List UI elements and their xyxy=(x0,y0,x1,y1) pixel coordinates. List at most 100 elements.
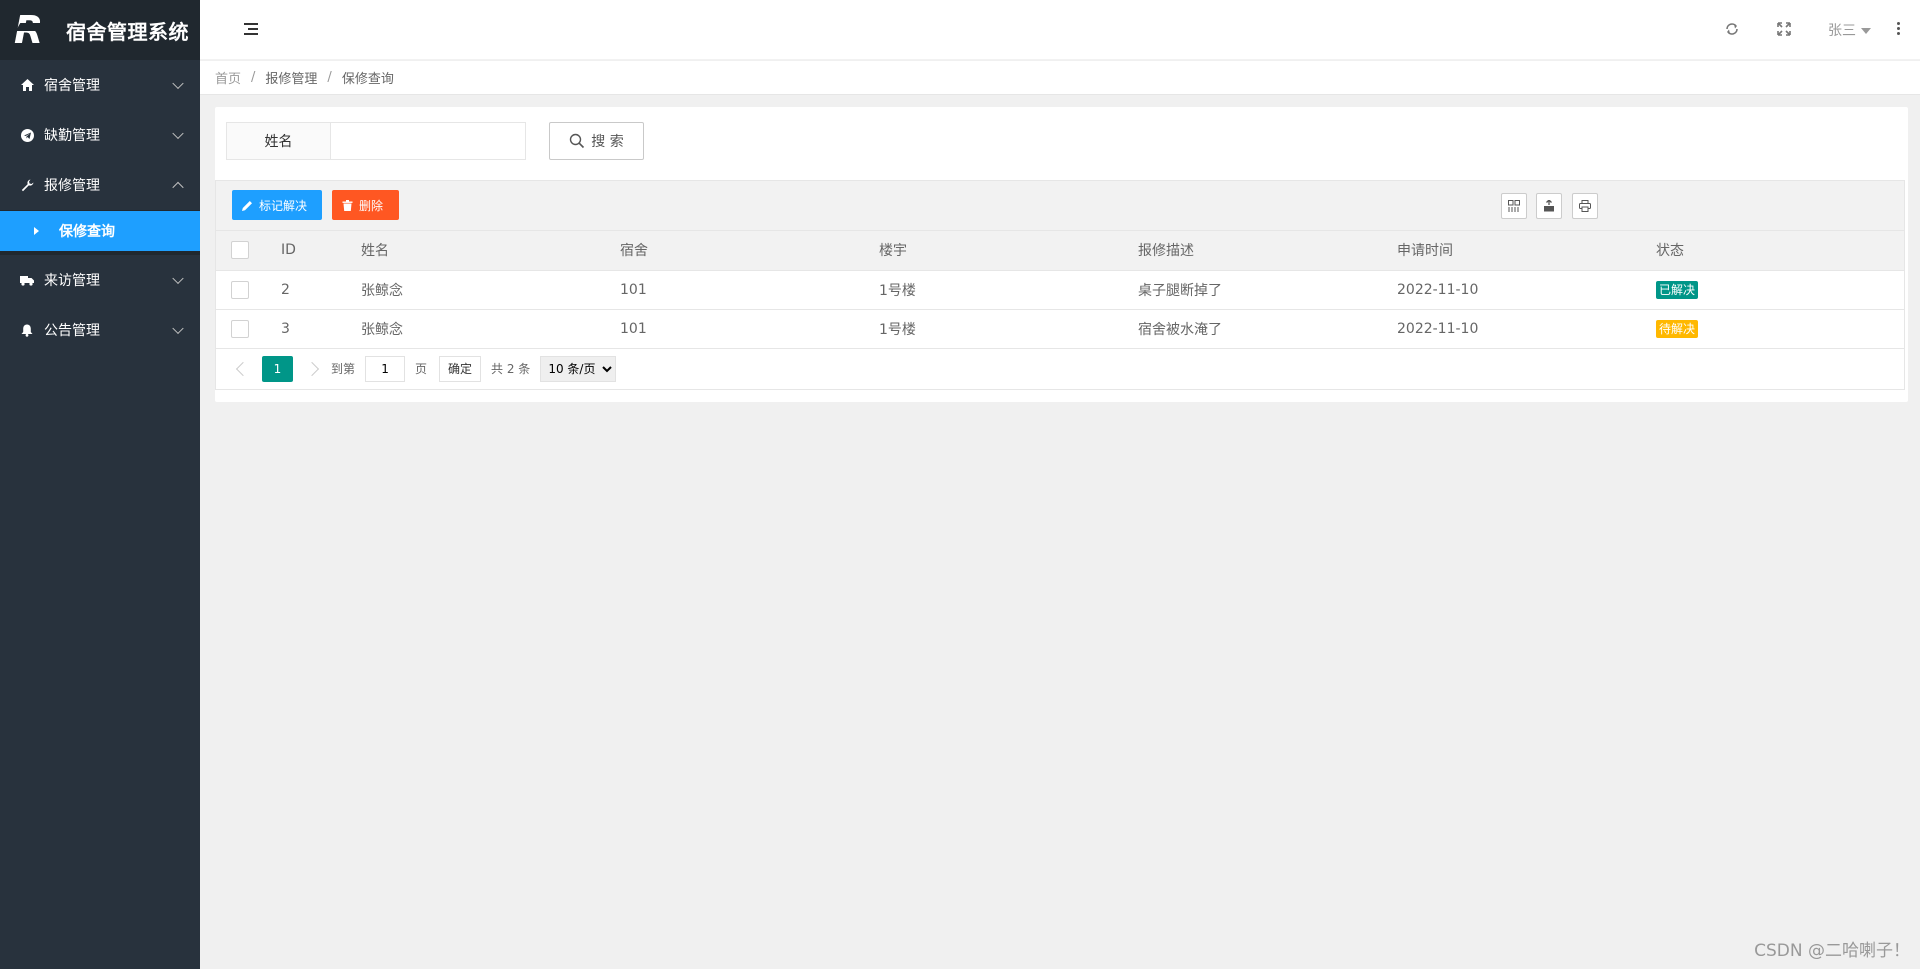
page-size-select[interactable]: 10 条/页 xyxy=(540,355,617,382)
cell-id: 2 xyxy=(266,270,346,310)
cell-status: 待解决 xyxy=(1641,309,1904,349)
data-table: ID 姓名 宿舍 楼宇 报修描述 申请时间 状态 2 张鲸念 101 1号楼 桌… xyxy=(216,231,1904,349)
breadcrumb-home[interactable]: 首页 xyxy=(215,68,241,87)
col-status: 状态 xyxy=(1641,231,1904,271)
goto-confirm-button[interactable]: 确定 xyxy=(439,355,482,382)
col-dorm: 宿舍 xyxy=(605,231,864,271)
breadcrumb: 首页 / 报修管理 / 保修查询 xyxy=(200,61,1920,95)
wrench-icon xyxy=(20,178,34,192)
caret-down-icon xyxy=(1861,28,1871,34)
sidebar-item-dorm[interactable]: 宿舍管理 xyxy=(0,60,200,110)
mark-resolved-button[interactable]: 标记解决 xyxy=(232,190,322,220)
breadcrumb-repair[interactable]: 报修管理 xyxy=(265,68,317,87)
page-unit-label: 页 xyxy=(415,362,428,376)
col-time: 申请时间 xyxy=(1382,231,1641,271)
cell-building: 1号楼 xyxy=(864,270,1123,310)
current-page[interactable]: 1 xyxy=(262,355,293,382)
search-button-label: 搜 索 xyxy=(591,134,624,150)
caret-right-icon xyxy=(34,227,39,235)
sidebar-item-label: 来访管理 xyxy=(44,273,100,289)
cell-dorm: 101 xyxy=(605,309,864,349)
chevron-down-icon xyxy=(172,127,184,140)
cell-time: 2022-11-10 xyxy=(1382,270,1641,310)
chevron-up-icon xyxy=(172,181,184,194)
row-select-cell xyxy=(216,270,266,310)
sidebar-item-absence[interactable]: 缺勤管理 xyxy=(0,110,200,160)
sidebar-subitem-label: 保修查询 xyxy=(59,224,115,240)
col-desc: 报修描述 xyxy=(1123,231,1382,271)
cell-desc: 宿舍被水淹了 xyxy=(1123,309,1382,349)
goto-label: 到第 xyxy=(331,362,356,376)
goto-page-input[interactable] xyxy=(365,355,406,382)
logo-icon: R xyxy=(14,10,54,50)
mark-resolved-label: 标记解决 xyxy=(259,198,308,213)
chevron-down-icon xyxy=(172,322,184,335)
chevron-down-icon xyxy=(172,272,184,285)
cell-building: 1号楼 xyxy=(864,309,1123,349)
home-icon xyxy=(20,78,34,92)
sidebar-item-repair[interactable]: 报修管理 xyxy=(0,160,200,210)
next-page-icon[interactable] xyxy=(304,361,320,376)
delete-button[interactable]: 删除 xyxy=(332,190,399,220)
watermark: CSDN @二哈喇子！ xyxy=(1754,941,1910,961)
sidebar-item-label: 报修管理 xyxy=(44,178,100,194)
columns-filter-icon[interactable] xyxy=(1501,193,1527,219)
sidebar-item-visitor[interactable]: 来访管理 xyxy=(0,255,200,305)
table-header-row: ID 姓名 宿舍 楼宇 报修描述 申请时间 状态 xyxy=(216,231,1904,271)
sidebar-item-label: 宿舍管理 xyxy=(44,78,100,94)
sidebar-subitem-repair-query[interactable]: 保修查询 xyxy=(0,211,200,251)
table-row[interactable]: 3 张鲸念 101 1号楼 宿舍被水淹了 2022-11-10 待解决 xyxy=(216,309,1904,349)
pencil-icon xyxy=(242,200,252,211)
refresh-icon[interactable] xyxy=(1725,22,1739,36)
chevron-down-icon xyxy=(172,77,184,90)
search-button[interactable]: 搜 索 xyxy=(549,122,644,160)
cell-name: 张鲸念 xyxy=(346,270,605,310)
table-row[interactable]: 2 张鲸念 101 1号楼 桌子腿断掉了 2022-11-10 已解决 xyxy=(216,270,1904,310)
export-icon[interactable] xyxy=(1536,193,1562,219)
user-name: 张三 xyxy=(1828,23,1856,39)
sidebar-item-label: 公告管理 xyxy=(44,323,100,339)
row-checkbox[interactable] xyxy=(231,280,249,299)
user-menu[interactable]: 张三 xyxy=(1828,20,1871,40)
trash-icon xyxy=(342,199,353,211)
cell-desc: 桌子腿断掉了 xyxy=(1123,270,1382,310)
col-id: ID xyxy=(266,231,346,271)
more-vertical-icon[interactable] xyxy=(1897,22,1901,36)
cell-status: 已解决 xyxy=(1641,270,1904,310)
fullscreen-icon[interactable] xyxy=(1777,22,1791,36)
logo: R 宿舍管理系统 xyxy=(0,0,200,60)
col-name: 姓名 xyxy=(346,231,605,271)
col-building: 楼宇 xyxy=(864,231,1123,271)
sidebar-submenu-repair: 保修查询 xyxy=(0,210,200,255)
total-count: 共 2 条 xyxy=(491,362,531,376)
row-select-cell xyxy=(216,309,266,349)
search-icon xyxy=(570,133,585,149)
sidebar-item-label: 缺勤管理 xyxy=(44,128,100,144)
prev-page-icon[interactable] xyxy=(235,361,251,376)
pagination: 1 到第 页 确定 共 2 条 10 条/页 xyxy=(216,349,1904,389)
cell-time: 2022-11-10 xyxy=(1382,309,1641,349)
telegram-icon xyxy=(20,128,34,142)
name-search-input[interactable] xyxy=(331,123,525,159)
select-all-cell xyxy=(216,231,266,271)
status-badge: 待解决 xyxy=(1656,319,1699,338)
top-header: 张三 xyxy=(200,0,1920,60)
cell-dorm: 101 xyxy=(605,270,864,310)
print-icon[interactable] xyxy=(1572,193,1598,219)
cell-id: 3 xyxy=(266,309,346,349)
app-title: 宿舍管理系统 xyxy=(66,19,189,44)
breadcrumb-current: 保修查询 xyxy=(341,72,394,87)
sidebar-item-notice[interactable]: 公告管理 xyxy=(0,305,200,355)
table-toolbar: 标记解决 删除 xyxy=(216,181,1904,231)
truck-icon xyxy=(20,273,34,287)
select-all-checkbox[interactable] xyxy=(231,241,249,260)
sidebar: R 宿舍管理系统 宿舍管理 缺勤管理 报修管理 保修查询 来访管理 xyxy=(0,0,200,969)
repair-table: 标记解决 删除 ID 姓名 宿舍 楼宇 报修描述 申请时间 状态 2 张鲸念 1… xyxy=(215,180,1905,390)
row-checkbox[interactable] xyxy=(231,319,249,338)
search-field: 姓名 xyxy=(226,122,526,160)
status-badge: 已解决 xyxy=(1656,280,1699,299)
bell-icon xyxy=(20,323,34,337)
menu-toggle-icon[interactable] xyxy=(244,23,258,35)
cell-name: 张鲸念 xyxy=(346,309,605,349)
main-card: 姓名 搜 索 标记解决 删除 ID 姓名 宿舍 楼宇 报修描述 申请时间 状态 … xyxy=(215,107,1908,402)
